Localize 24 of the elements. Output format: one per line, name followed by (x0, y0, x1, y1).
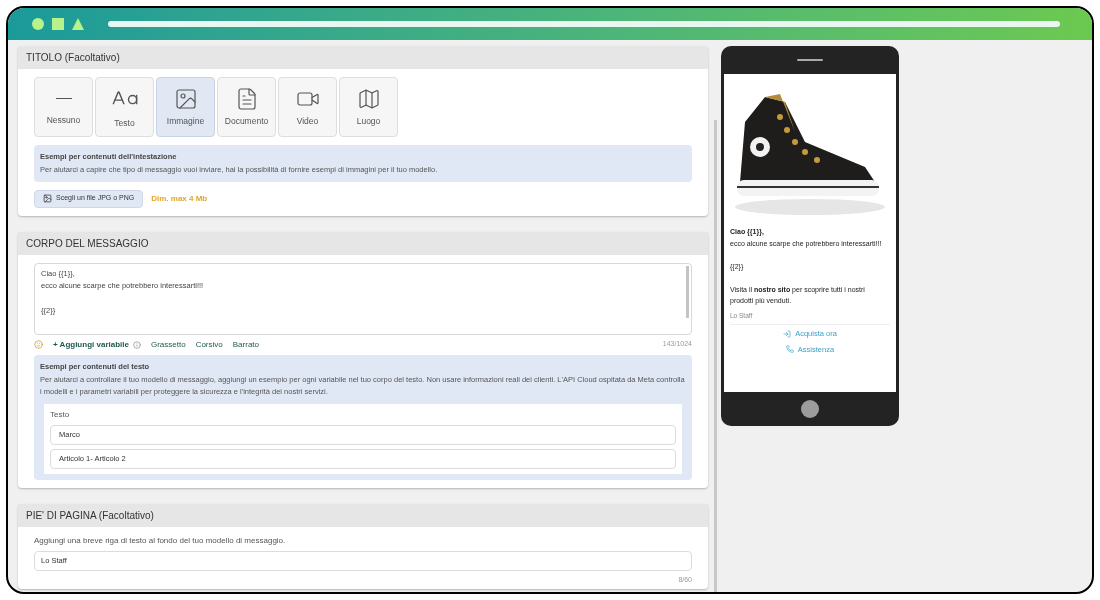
enter-icon (783, 329, 792, 338)
header-type-option[interactable]: Video (278, 77, 337, 137)
section-header: TITOLO (Facoltativo) (18, 46, 708, 69)
header-type-option[interactable]: Luogo (339, 77, 398, 137)
triangle-icon (72, 18, 84, 30)
header-type-option[interactable]: Testo (95, 77, 154, 137)
square-icon (52, 18, 64, 30)
scrollbar (686, 265, 689, 318)
add-variable-button[interactable]: + Aggiungi variabile (53, 338, 129, 351)
section-header: CORPO DEL MESSAGGIO (18, 231, 708, 255)
header-type-option[interactable]: Immagine (156, 77, 215, 137)
phone-icon (785, 345, 794, 354)
size-note: Dim. max 4 Mb (151, 192, 208, 205)
info-icon (132, 340, 141, 349)
format-button[interactable]: Corsivo (195, 338, 223, 351)
header-type-option[interactable]: Documento (217, 77, 276, 137)
format-button[interactable]: Barrato (232, 338, 259, 351)
section-header: PIE' DI PAGINA (Facoltativo) (18, 503, 708, 527)
dash-icon (55, 97, 72, 100)
footer-hint: Aggiungi una breve riga di testo al fondo del tuo modello di messaggio. (34, 534, 287, 547)
emoji-icon[interactable] (34, 340, 43, 349)
field-label: Testo (50, 408, 71, 421)
header-type-option[interactable]: Nessuno (34, 77, 93, 137)
format-button[interactable]: Grassetto (150, 338, 186, 351)
